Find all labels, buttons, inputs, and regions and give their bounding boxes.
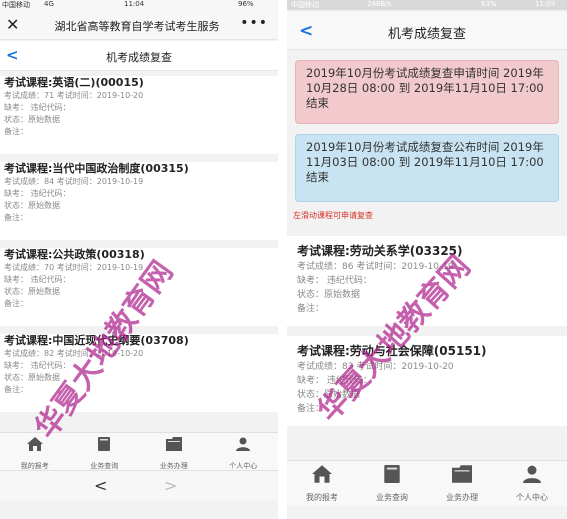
user-icon xyxy=(523,465,541,483)
tab-business-handling[interactable]: 业务办理 xyxy=(139,433,209,470)
wechat-title: 湖北省高等教育自学考试考生服务 xyxy=(54,20,220,33)
status-line: 状态：原始数据 xyxy=(297,290,361,300)
battery-label: 63% xyxy=(481,0,497,8)
course-record[interactable]: 考试课程:当代中国政治制度(00315) 考试成绩：84 考试时间：2019-1… xyxy=(0,162,278,240)
page-title: 机考成绩复查 xyxy=(387,27,466,42)
absent-line: 缺考： 违纪代码： xyxy=(4,275,71,284)
course-record[interactable]: 考试课程:公共政策(00318) 考试成绩：70 考试时间：2019-10-19… xyxy=(0,248,278,326)
prev-page-icon[interactable]: < xyxy=(94,476,107,495)
clock: 11:04 xyxy=(124,0,145,8)
network-label: 4G xyxy=(44,0,54,8)
nav-bar: < 机考成绩复查 xyxy=(287,12,567,50)
wechat-bottom-nav: < > xyxy=(0,470,278,500)
nav-bar: < 机考成绩复查 xyxy=(0,41,278,71)
swipe-hint: 左滑动课程可申请复查 xyxy=(293,211,373,220)
tab-personal-center[interactable]: 个人中心 xyxy=(497,461,567,506)
tab-bar: 我的报考 业务查询 业务办理 个人中心 xyxy=(0,432,278,470)
tab-business-query[interactable]: 业务查询 xyxy=(70,433,140,470)
tab-my-registration[interactable]: 我的报考 xyxy=(287,461,357,506)
remark-line: 备注： xyxy=(297,304,325,314)
tab-label: 业务查询 xyxy=(90,462,119,470)
remark-line: 备注： xyxy=(4,385,28,394)
status-bar: 中国移动 4G 11:04 96% xyxy=(0,0,278,10)
tab-label: 个人中心 xyxy=(229,462,258,470)
course-title: 考试课程:劳动关系学(03325) xyxy=(297,244,463,258)
review-apply-notice: 2019年10月份考试成绩复查申请时间 2019年10月28日 08:00 到 … xyxy=(295,60,559,124)
status-line: 状态：原始数据 xyxy=(4,373,60,382)
score-line: 考试成绩：83 考试时间：2019-10-20 xyxy=(297,362,454,372)
remark-line: 备注： xyxy=(4,127,28,136)
home-icon xyxy=(26,437,43,451)
absent-line: 缺考： 违纪代码： xyxy=(297,276,372,286)
remark-line: 备注： xyxy=(4,213,28,222)
status-line: 状态：原始数据 xyxy=(4,201,60,210)
course-record[interactable]: 考试课程:劳动关系学(03325) 考试成绩：86 考试时间：2019-10-1… xyxy=(287,236,567,326)
home-icon xyxy=(312,465,332,483)
score-line: 考试成绩：84 考试时间：2019-10-19 xyxy=(4,177,144,186)
user-icon xyxy=(236,437,251,451)
absent-line: 缺考： 违纪代码： xyxy=(297,376,372,386)
score-line: 考试成绩：82 考试时间：2019-10-20 xyxy=(4,349,144,358)
folder-icon xyxy=(452,465,472,483)
status-line: 状态：原始数据 xyxy=(297,390,361,400)
absent-line: 缺考： 违纪代码： xyxy=(4,103,71,112)
tab-label: 个人中心 xyxy=(516,493,548,502)
more-icon[interactable]: ••• xyxy=(240,15,268,31)
tab-my-registration[interactable]: 我的报考 xyxy=(0,433,70,470)
tab-label: 业务查询 xyxy=(376,493,408,502)
score-line: 考试成绩：70 考试时间：2019-10-19 xyxy=(4,263,144,272)
tab-label: 业务办理 xyxy=(159,462,188,470)
status-bar: 中国移动 248B/s 63% 11:09 xyxy=(287,0,567,10)
folder-icon xyxy=(165,437,182,451)
tab-label: 我的报考 xyxy=(306,493,338,502)
course-title: 考试课程:当代中国政治制度(00315) xyxy=(4,162,189,175)
review-publish-notice: 2019年10月份考试成绩复查公布时间 2019年11月03日 08:00 到 … xyxy=(295,134,559,202)
book-icon xyxy=(384,465,400,483)
course-record[interactable]: 考试课程:中国近现代史纲要(03708) 考试成绩：82 考试时间：2019-1… xyxy=(0,334,278,412)
carrier-label: 中国移动 xyxy=(291,1,319,9)
status-line: 状态：原始数据 xyxy=(4,287,60,296)
battery-label: 96% xyxy=(238,0,254,8)
tab-business-handling[interactable]: 业务办理 xyxy=(427,461,497,506)
tab-label: 我的报考 xyxy=(20,462,49,470)
remark-line: 备注： xyxy=(297,404,325,414)
left-screenshot: 中国移动 4G 11:04 96% ✕ 湖北省高等教育自学考试考生服务 ••• … xyxy=(0,0,278,519)
carrier-label: 中国移动 xyxy=(2,1,30,9)
course-record[interactable]: 考试课程:英语(二)(00015) 考试成绩：71 考试时间：2019-10-2… xyxy=(0,76,278,154)
right-screenshot: 中国移动 248B/s 63% 11:09 < 机考成绩复查 2019年10月份… xyxy=(287,0,567,519)
close-icon[interactable]: ✕ xyxy=(6,15,19,34)
absent-line: 缺考： 违纪代码： xyxy=(4,189,71,198)
next-page-icon[interactable]: > xyxy=(164,476,177,495)
status-line: 状态：原始数据 xyxy=(4,115,60,124)
page-title: 机考成绩复查 xyxy=(106,51,172,64)
wechat-top-bar: ✕ 湖北省高等教育自学考试考生服务 ••• xyxy=(0,10,278,40)
absent-line: 缺考： 违纪代码： xyxy=(4,361,71,370)
clock: 11:09 xyxy=(535,0,556,8)
remark-line: 备注： xyxy=(4,299,28,308)
course-title: 考试课程:英语(二)(00015) xyxy=(4,76,144,89)
book-icon xyxy=(98,437,111,451)
tab-label: 业务办理 xyxy=(446,493,478,502)
course-record[interactable]: 考试课程:劳动与社会保障(05151) 考试成绩：83 考试时间：2019-10… xyxy=(287,336,567,426)
score-line: 考试成绩：71 考试时间：2019-10-20 xyxy=(4,91,144,100)
tab-personal-center[interactable]: 个人中心 xyxy=(209,433,279,470)
course-title: 考试课程:公共政策(00318) xyxy=(4,248,145,261)
score-line: 考试成绩：86 考试时间：2019-10-19 xyxy=(297,262,454,272)
speed-label: 248B/s xyxy=(367,0,392,8)
tab-business-query[interactable]: 业务查询 xyxy=(357,461,427,506)
course-title: 考试课程:中国近现代史纲要(03708) xyxy=(4,334,189,347)
course-title: 考试课程:劳动与社会保障(05151) xyxy=(297,344,487,358)
tab-bar: 我的报考 业务查询 业务办理 个人中心 xyxy=(287,460,567,506)
